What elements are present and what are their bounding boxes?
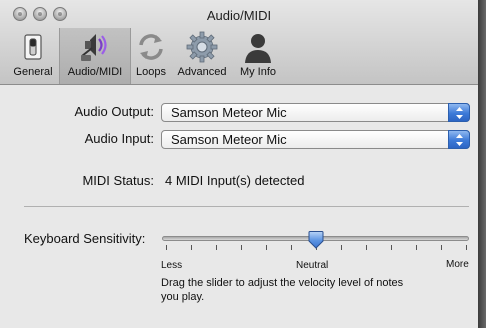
- separator: [24, 206, 469, 207]
- slider-tick: [166, 245, 167, 250]
- toolbar-label-my-info: My Info: [239, 66, 277, 78]
- audio-input-label: Audio Input:: [84, 131, 154, 146]
- slider-tick: [241, 245, 242, 250]
- slider-help-text: Drag the slider to adjust the velocity l…: [161, 277, 404, 303]
- slider-tick: [341, 245, 342, 250]
- slider-tick: [291, 245, 292, 250]
- switch-icon: [24, 34, 42, 60]
- slider-tick: [466, 245, 467, 250]
- toolbar-label-general: General: [13, 66, 53, 78]
- audio-output-label: Audio Output:: [74, 104, 155, 119]
- preferences-window: Audio/MIDI General Audio/MIDI Loops Adva…: [0, 0, 479, 328]
- toolbar-label-audio-midi: Audio/MIDI: [67, 66, 123, 78]
- toolbar-item-loops[interactable]: Loops: [130, 28, 172, 84]
- slider-tick: [391, 245, 392, 250]
- audio-output-popup[interactable]: Samson Meteor Mic: [161, 103, 470, 122]
- popup-arrows-icon: [448, 130, 470, 149]
- toolbar: Audio/MIDI General Audio/MIDI Loops Adva…: [0, 0, 478, 85]
- toolbar-item-general[interactable]: General: [8, 28, 58, 84]
- gear-icon: [186, 31, 218, 63]
- toolbar-label-advanced: Advanced: [177, 66, 227, 78]
- loops-icon: [139, 34, 163, 60]
- toolbar-item-my-info[interactable]: My Info: [233, 28, 283, 84]
- toolbar-label-loops: Loops: [136, 66, 166, 78]
- audio-output-value: Samson Meteor Mic: [171, 105, 287, 120]
- toolbar-item-audio-midi[interactable]: Audio/MIDI: [59, 28, 131, 84]
- midi-status-value: 4 MIDI Input(s) detected: [165, 173, 305, 188]
- audio-input-value: Samson Meteor Mic: [171, 132, 287, 147]
- slider-tick: [366, 245, 367, 250]
- slider-min-label: Less: [161, 260, 183, 271]
- slider-mid-label: Neutral: [296, 260, 329, 271]
- slider-tick: [266, 245, 267, 250]
- desktop-background: [478, 0, 486, 328]
- slider-tick: [191, 245, 192, 250]
- midi-status-label: MIDI Status:: [82, 173, 154, 188]
- keyboard-sensitivity-label: Keyboard Sensitivity:: [24, 231, 146, 246]
- window-title: Audio/MIDI: [206, 8, 272, 23]
- slider-knob[interactable]: [307, 231, 325, 249]
- slider-tick: [441, 245, 442, 250]
- slider-tick: [416, 245, 417, 250]
- toolbar-item-advanced[interactable]: Advanced: [173, 28, 231, 84]
- slider-tick: [216, 245, 217, 250]
- slider-max-label: More: [446, 259, 469, 270]
- popup-arrows-icon: [448, 103, 470, 122]
- audio-input-popup[interactable]: Samson Meteor Mic: [161, 130, 470, 149]
- speaker-icon: [81, 34, 107, 61]
- person-icon: [245, 34, 271, 63]
